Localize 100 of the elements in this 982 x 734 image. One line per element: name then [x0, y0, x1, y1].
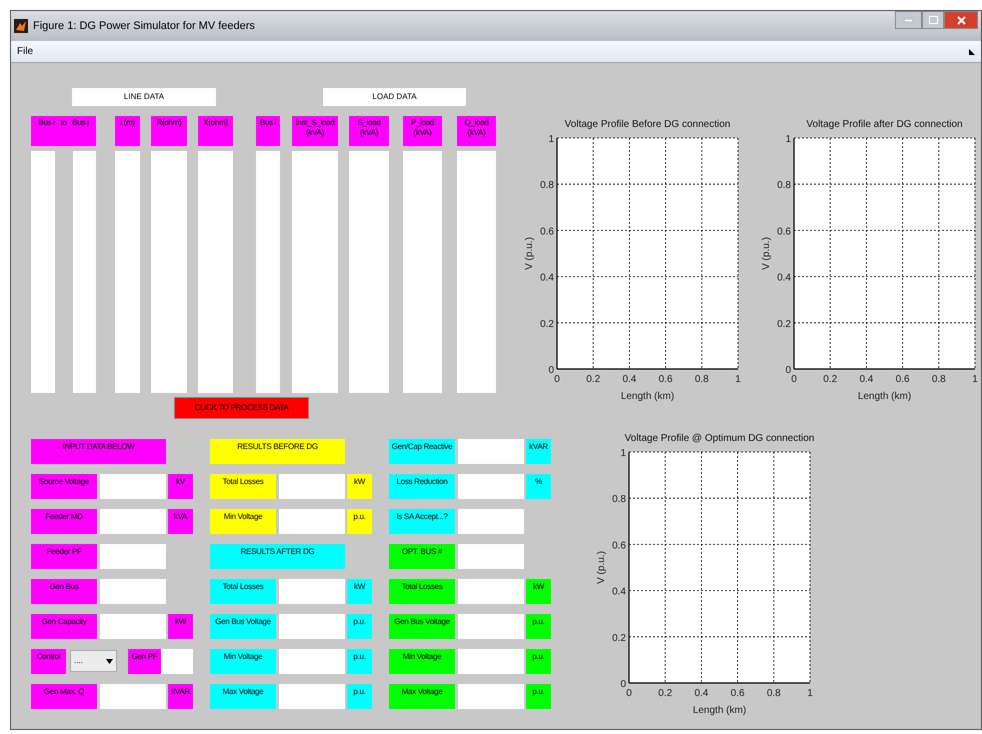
tick-label: 0 — [548, 365, 554, 376]
column-header: Inst_S_load (kVA) — [292, 116, 338, 146]
input-field[interactable] — [349, 151, 389, 393]
input-field[interactable] — [457, 151, 496, 393]
input-field[interactable] — [458, 474, 524, 499]
section-title: LINE DATA — [72, 88, 216, 106]
tick-label: 0.2 — [586, 374, 600, 385]
input-field[interactable] — [100, 474, 166, 499]
input-field[interactable] — [100, 509, 166, 534]
tick-label: 0.2 — [540, 318, 554, 330]
field-label: Max Voltage — [389, 684, 455, 709]
column-header: R(ohm) — [151, 116, 187, 146]
field-label: Min Voltage — [389, 649, 455, 674]
chart-title: Voltage Profile Before DG connection — [564, 119, 730, 130]
tick-label: 1 — [735, 374, 741, 385]
tick-label: 0.4 — [540, 272, 554, 284]
input-field[interactable] — [100, 614, 166, 639]
input-field[interactable] — [279, 509, 345, 534]
input-field[interactable] — [458, 544, 524, 569]
tick-label: 0 — [620, 679, 626, 690]
input-field[interactable] — [292, 151, 338, 393]
input-field[interactable] — [279, 684, 345, 709]
input-field[interactable] — [256, 151, 280, 393]
column-header: Q_load (kVA) — [457, 116, 496, 146]
unit-label: kW — [526, 579, 551, 604]
input-field[interactable] — [458, 684, 524, 709]
axis-label: Length (km) — [858, 391, 912, 402]
unit-label: p.u. — [347, 509, 372, 534]
input-field[interactable] — [115, 151, 140, 393]
input-field[interactable] — [458, 439, 524, 464]
input-field[interactable] — [73, 151, 96, 393]
input-field[interactable] — [458, 614, 524, 639]
menu-item[interactable]: File — [17, 44, 34, 59]
field-label: Min Voltage — [210, 649, 276, 674]
caret-icon — [106, 658, 113, 664]
input-field[interactable] — [279, 649, 345, 674]
unit-label: kW — [347, 474, 372, 499]
minimize-button[interactable] — [895, 11, 922, 29]
unit-label: p.u. — [526, 649, 551, 674]
tick-label: 0.2 — [612, 632, 626, 644]
tick-label: 0.8 — [694, 374, 709, 385]
input-field[interactable] — [161, 649, 193, 674]
input-field[interactable] — [458, 509, 524, 534]
input-field[interactable] — [403, 151, 442, 393]
tick-label: 0 — [785, 365, 791, 376]
close-button[interactable] — [944, 11, 978, 29]
field-label: Feeder PF — [31, 544, 97, 569]
tick-label: 0 — [554, 374, 560, 385]
app-logo-icon — [14, 19, 28, 33]
maximize-icon — [928, 16, 938, 24]
axis-label: Length (km) — [692, 705, 746, 716]
section-title: LOAD DATA — [323, 88, 466, 106]
tick-label: 0.6 — [612, 540, 626, 552]
unit-label: kVAR — [526, 439, 551, 464]
unit-label: kV — [168, 474, 193, 499]
maximize-button[interactable] — [922, 11, 944, 29]
tick-label: 1 — [548, 134, 554, 145]
input-field[interactable] — [279, 579, 345, 604]
chart-title: Voltage Profile after DG connection — [806, 119, 963, 130]
tick-label: 1 — [620, 448, 626, 459]
tick-label: 0.4 — [859, 374, 874, 385]
input-field[interactable] — [279, 614, 345, 639]
field-label: Gen Capacity — [31, 614, 97, 639]
control-dropdown[interactable]: .... — [70, 650, 117, 672]
tick-label: 0.2 — [823, 374, 838, 385]
column-header: X(ohm) — [198, 116, 233, 146]
field-label: Control — [31, 649, 66, 674]
input-field[interactable] — [458, 649, 524, 674]
input-field[interactable] — [100, 544, 166, 569]
input-field[interactable] — [198, 151, 233, 393]
input-field[interactable] — [100, 684, 166, 709]
field-label: Min Voltage — [210, 509, 276, 534]
input-field[interactable] — [279, 474, 345, 499]
field-label: Total Losses — [210, 474, 276, 499]
tick-label: 0.6 — [777, 226, 791, 238]
tick-label: 0.4 — [612, 586, 626, 598]
tick-label: 0.8 — [766, 688, 781, 699]
column-header: Bus i to Bus j — [31, 116, 96, 146]
unit-label: p.u. — [347, 684, 372, 709]
tick-label: 0.4 — [777, 272, 791, 284]
tick-label: 0 — [626, 688, 632, 699]
field-label: Gen Max. Q — [31, 684, 97, 709]
input-field[interactable] — [151, 151, 187, 393]
tick-label: 0.2 — [777, 318, 791, 330]
input-field[interactable] — [458, 579, 524, 604]
unit-label: p.u. — [526, 684, 551, 709]
axis-label: V (p.u.) — [596, 551, 607, 584]
tick-label: 1 — [807, 688, 813, 699]
tick-label: 0.8 — [540, 180, 554, 192]
tick-label: 0.2 — [658, 688, 672, 699]
input-field[interactable] — [100, 579, 166, 604]
unit-label: kVA — [168, 509, 193, 534]
minimize-icon — [904, 18, 913, 22]
tick-label: 0.6 — [896, 374, 910, 385]
input-field[interactable] — [31, 151, 55, 393]
field-label: Source Voltage — [31, 474, 97, 499]
expand-icon — [969, 48, 975, 54]
close-icon — [956, 16, 966, 24]
tick-label: 0 — [791, 374, 797, 385]
process-button[interactable]: CLICK TO PROCESS DATA — [174, 397, 309, 419]
